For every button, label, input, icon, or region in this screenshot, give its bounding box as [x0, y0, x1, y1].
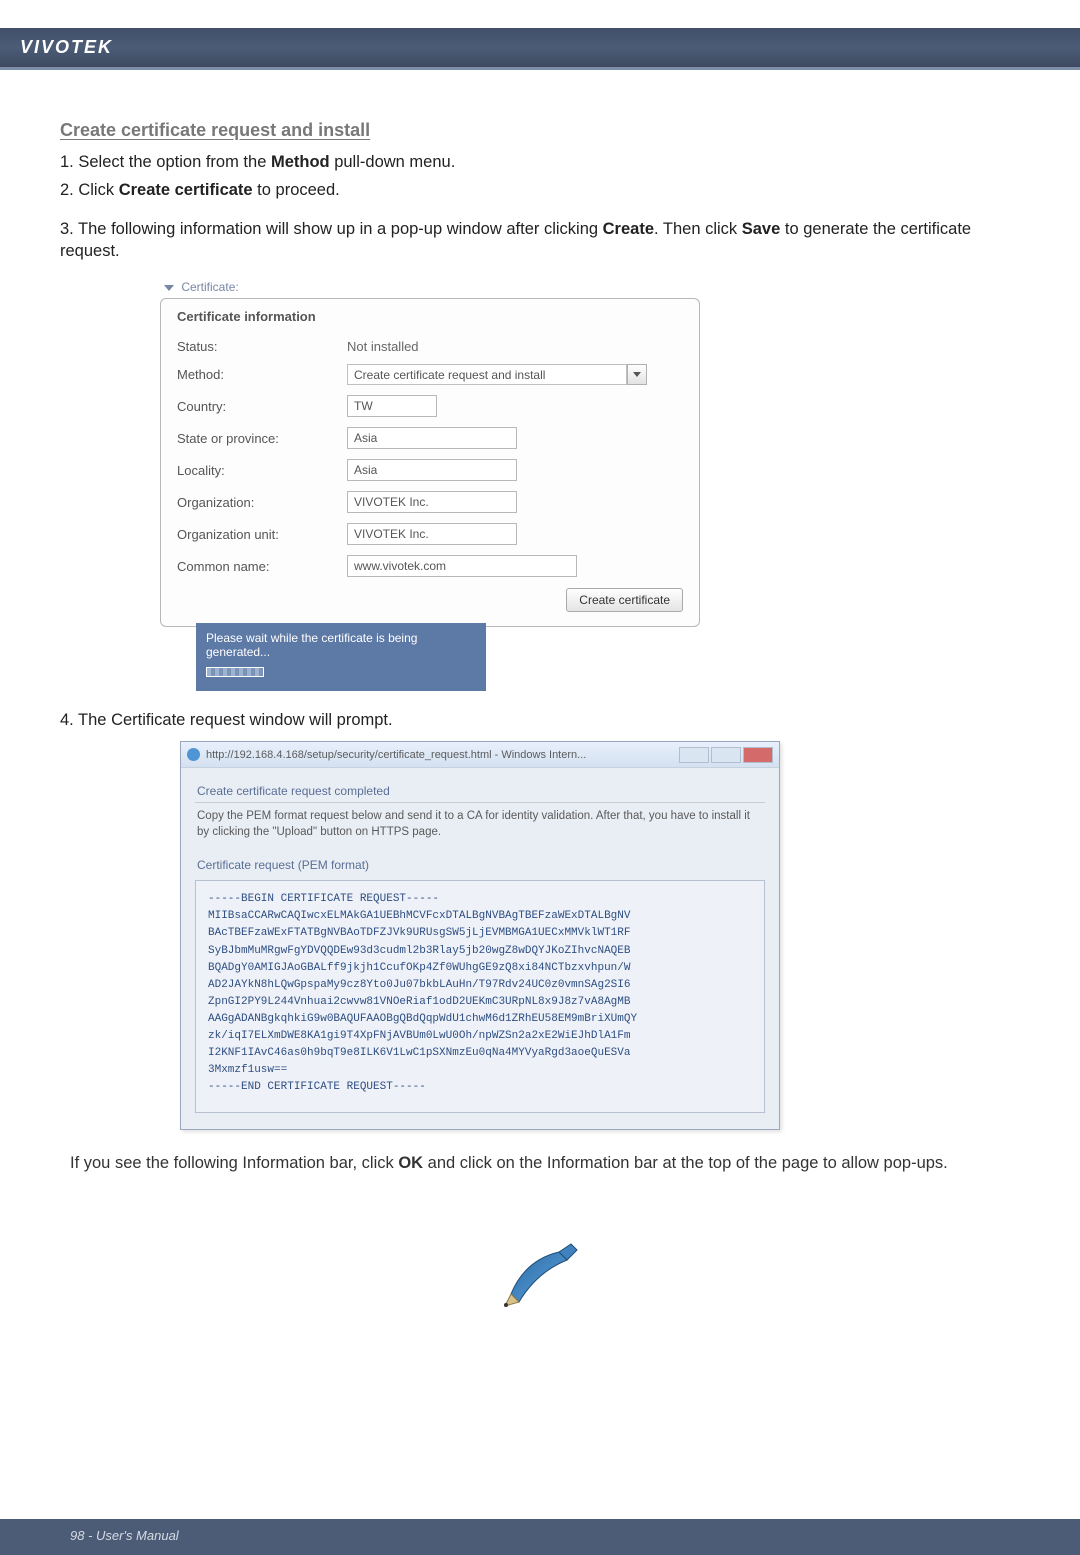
- top-header: VIVOTEK: [0, 28, 1080, 70]
- method-select-dropdown-button[interactable]: [627, 364, 647, 385]
- step-4: 4. The Certificate request window will p…: [60, 709, 1020, 731]
- window-titlebar: http://192.168.4.168/setup/security/cert…: [181, 742, 779, 768]
- ie-favicon-icon: [187, 748, 200, 761]
- brand-text: VIVOTEK: [20, 37, 113, 58]
- country-input[interactable]: [347, 395, 437, 417]
- orgunit-label: Organization unit:: [177, 527, 347, 542]
- chevron-down-icon: [633, 372, 641, 377]
- maximize-button[interactable]: [711, 747, 741, 763]
- step3-mid: . Then click: [654, 220, 742, 238]
- certificate-collapse-header[interactable]: Certificate:: [160, 280, 700, 294]
- method-select[interactable]: Create certificate request and install: [347, 364, 627, 385]
- step-1: 1. Select the option from the Method pul…: [60, 151, 1020, 173]
- step2-prefix: 2. Click: [60, 181, 119, 199]
- locality-input[interactable]: [347, 459, 517, 481]
- step1-bold: Method: [271, 153, 330, 171]
- certificate-request-window-figure: http://192.168.4.168/setup/security/cert…: [180, 741, 1020, 1130]
- organization-input[interactable]: [347, 491, 517, 513]
- step2-bold: Create certificate: [119, 181, 253, 199]
- pem-request-text[interactable]: -----BEGIN CERTIFICATE REQUEST----- MIIB…: [208, 891, 752, 1096]
- create-certificate-button[interactable]: Create certificate: [566, 588, 683, 612]
- after-prefix: If you see the following Information bar…: [70, 1154, 398, 1172]
- footer-text: 98 - User's Manual: [0, 1519, 1080, 1543]
- completed-label: Create certificate request completed: [195, 780, 765, 803]
- state-label: State or province:: [177, 431, 347, 446]
- step3-prefix: 3. The following information will show u…: [60, 220, 603, 238]
- cert-info-title: Certificate information: [177, 309, 683, 324]
- step1-prefix: 1. Select the option from the: [60, 153, 271, 171]
- window-title: http://192.168.4.168/setup/security/cert…: [206, 749, 679, 761]
- certificate-header-label: Certificate:: [181, 280, 238, 294]
- section-title: Create certificate request and install: [60, 120, 1020, 141]
- status-value: Not installed: [347, 339, 419, 354]
- footer-bar: 98 - User's Manual: [0, 1519, 1080, 1555]
- after-suffix: and click on the Information bar at the …: [423, 1154, 948, 1172]
- step-3: 3. The following information will show u…: [60, 218, 1020, 263]
- country-label: Country:: [177, 399, 347, 414]
- pem-section-label: Certificate request (PEM format): [195, 854, 765, 876]
- please-wait-popup: Please wait while the certificate is bei…: [196, 623, 486, 691]
- method-label: Method:: [177, 367, 347, 382]
- step3-bold2: Save: [742, 220, 781, 238]
- step2-suffix: to proceed.: [253, 181, 340, 199]
- chevron-down-icon: [164, 285, 174, 291]
- info-bar-note: If you see the following Information bar…: [70, 1152, 1010, 1174]
- organization-label: Organization:: [177, 495, 347, 510]
- step1-suffix: pull-down menu.: [330, 153, 456, 171]
- after-bold-ok: OK: [398, 1154, 423, 1172]
- common-name-input[interactable]: [347, 555, 577, 577]
- common-name-label: Common name:: [177, 559, 347, 574]
- step3-bold1: Create: [603, 220, 654, 238]
- minimize-button[interactable]: [679, 747, 709, 763]
- state-input[interactable]: [347, 427, 517, 449]
- step-2: 2. Click Create certificate to proceed.: [60, 179, 1020, 201]
- pen-illustration-icon: [495, 1240, 585, 1310]
- certificate-panel-figure: Certificate: Certificate information Sta…: [160, 280, 1020, 691]
- status-label: Status:: [177, 339, 347, 354]
- orgunit-input[interactable]: [347, 523, 517, 545]
- close-button[interactable]: [743, 747, 773, 763]
- locality-label: Locality:: [177, 463, 347, 478]
- please-wait-text: Please wait while the certificate is bei…: [206, 631, 476, 659]
- help-text: Copy the PEM format request below and se…: [195, 809, 765, 840]
- progress-bar: [206, 667, 264, 677]
